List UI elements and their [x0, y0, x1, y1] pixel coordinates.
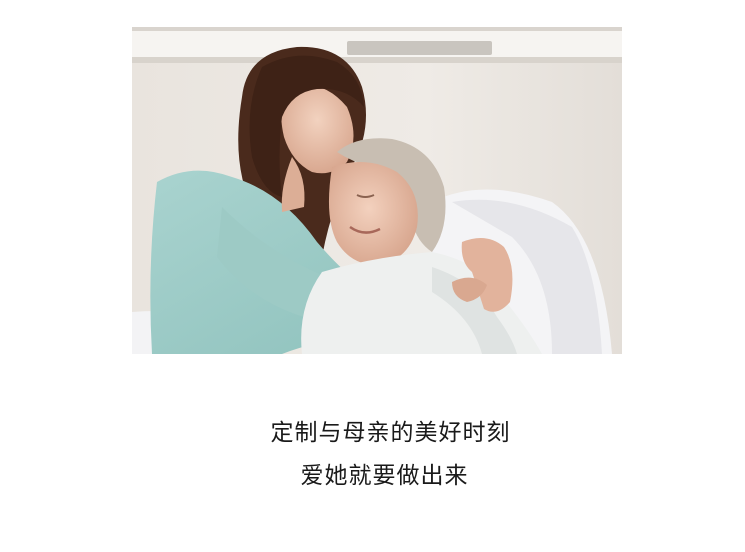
page: 定制与母亲的美好时刻 爱她就要做出来: [0, 0, 745, 552]
caption-line-2: 爱她就要做出来: [300, 463, 469, 489]
caption-line-1: 定制与母亲的美好时刻: [270, 420, 511, 446]
mother-daughter-photo: [132, 27, 622, 354]
